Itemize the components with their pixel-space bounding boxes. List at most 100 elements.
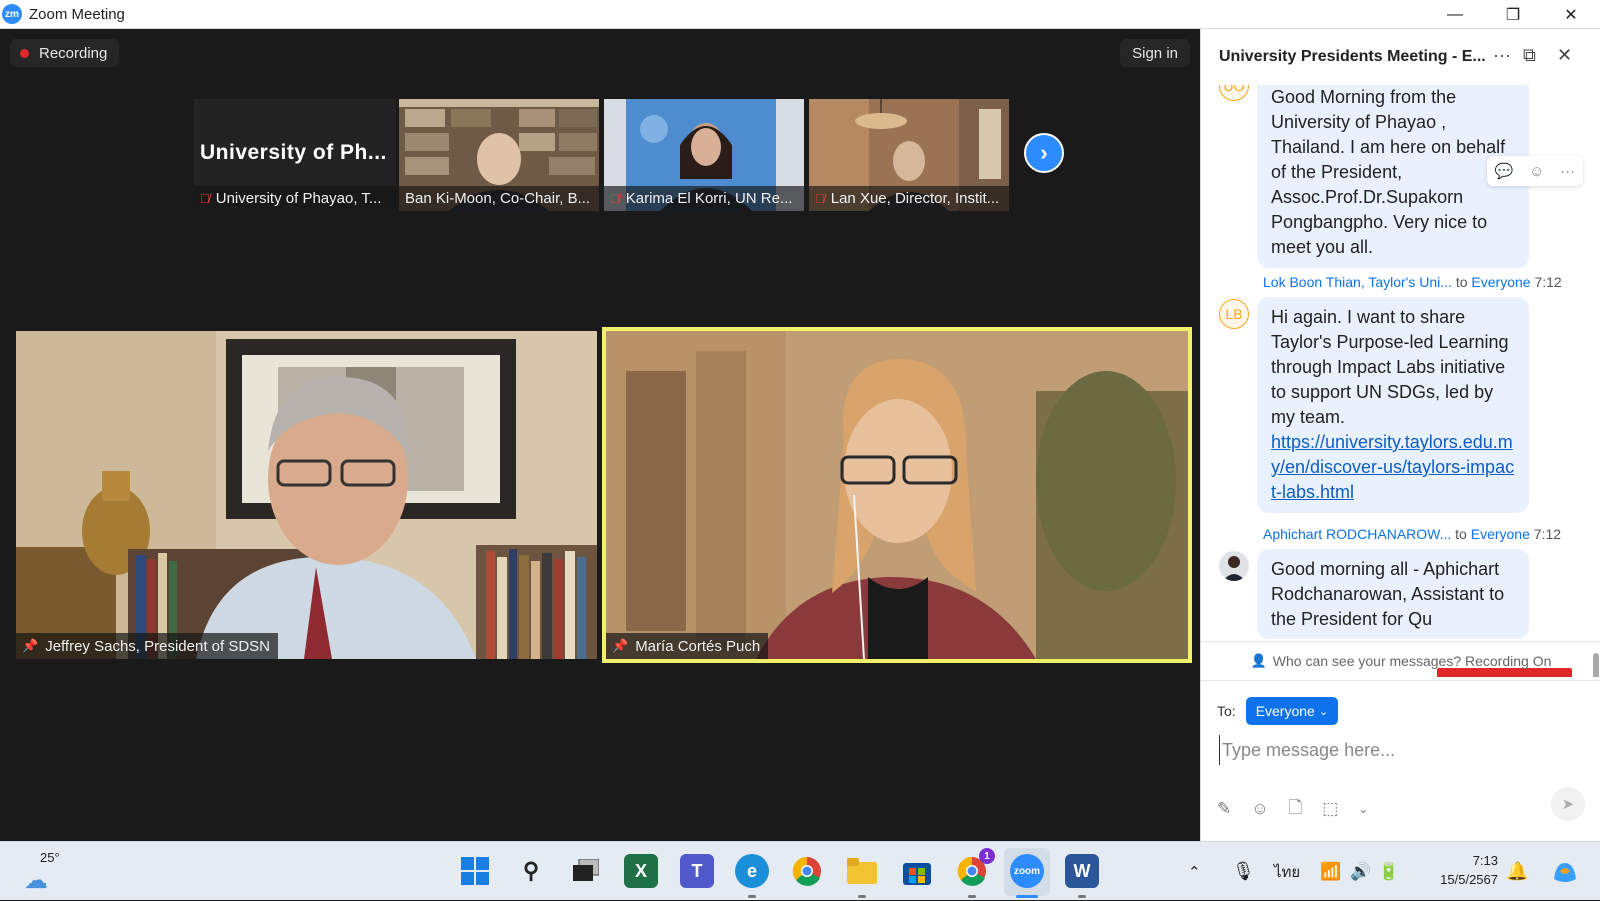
privacy-notice[interactable]: 👤 Who can see your messages? Recording O… bbox=[1201, 641, 1600, 681]
speaker-tile-1[interactable]: 📌 Jeffrey Sachs, President of SDSN bbox=[16, 331, 597, 659]
chat-header: University Presidents Meeting - E... ···… bbox=[1201, 29, 1600, 85]
zoom-icon[interactable]: zoom bbox=[1010, 854, 1044, 888]
word-icon[interactable]: W bbox=[1065, 854, 1099, 888]
next-page-button[interactable]: › bbox=[1024, 133, 1064, 173]
search-icon[interactable]: ⚲ bbox=[514, 854, 548, 888]
more-options-icon[interactable]: ··· bbox=[1493, 45, 1511, 66]
screenshot-icon[interactable]: ⬚ bbox=[1322, 799, 1338, 819]
message-text: Hi again. I want to share Taylor's Purpo… bbox=[1271, 307, 1509, 427]
file-explorer-icon[interactable] bbox=[845, 854, 879, 888]
volume-icon[interactable]: 🔊 bbox=[1350, 842, 1371, 901]
message-input[interactable] bbox=[1219, 735, 1579, 765]
more-icon[interactable]: ··· bbox=[1560, 163, 1575, 180]
language-indicator[interactable]: ไทย bbox=[1274, 842, 1300, 901]
pin-icon: 📌 bbox=[612, 638, 629, 653]
minimize-button[interactable]: — bbox=[1426, 0, 1484, 29]
emoji-icon[interactable]: ☺ bbox=[1251, 799, 1268, 819]
participant-name: Lan Xue, Director, Instit... bbox=[830, 190, 1000, 207]
avatar: UO bbox=[1219, 85, 1249, 101]
tray-overflow-icon[interactable]: ⌃ bbox=[1188, 842, 1201, 901]
video-thumbnail-4[interactable]: 🎙̸ Lan Xue, Director, Instit... bbox=[809, 99, 1009, 211]
start-menu-icon[interactable] bbox=[458, 854, 492, 888]
muted-mic-icon: 🎙̸ bbox=[815, 191, 825, 206]
teams-icon[interactable]: T bbox=[680, 854, 714, 888]
message-sender-line: Lok Boon Thian, Taylor's Uni... to Every… bbox=[1263, 274, 1562, 290]
excel-icon[interactable]: X bbox=[624, 854, 658, 888]
chat-message-list[interactable]: UO Good Morning from the University of P… bbox=[1201, 85, 1600, 677]
running-indicator bbox=[858, 895, 866, 898]
send-icon[interactable]: ➤ bbox=[1551, 787, 1585, 821]
window-controls: — ❐ ✕ bbox=[1426, 0, 1600, 29]
edge-icon[interactable]: e bbox=[735, 854, 769, 888]
to-label: to bbox=[1455, 526, 1467, 542]
restore-button[interactable]: ❐ bbox=[1484, 0, 1542, 29]
audience-label[interactable]: Everyone bbox=[1471, 526, 1530, 542]
video-thumbnail-1[interactable]: University of Ph... 🎙̸ University of Phay… bbox=[194, 99, 396, 211]
sign-in-button[interactable]: Sign in bbox=[1120, 39, 1190, 67]
recording-dot-icon bbox=[20, 48, 29, 58]
microphone-icon[interactable]: 🎙 bbox=[1232, 842, 1255, 901]
video-feed-image bbox=[16, 331, 597, 659]
zoom-app-icon: zm bbox=[2, 4, 22, 24]
running-indicator bbox=[1078, 895, 1086, 898]
message-time: 7:12 bbox=[1533, 526, 1562, 542]
chat-toolbar: ✎ ☺ 🗋 ⬚ ⌄ bbox=[1217, 797, 1587, 821]
participant-name-label: 🎙̸ Lan Xue, Director, Instit... bbox=[809, 186, 1009, 211]
speaker-name: Jeffrey Sachs, President of SDSN bbox=[45, 637, 271, 655]
speaker-name-label: 📌 María Cortés Puch bbox=[606, 633, 769, 659]
chrome-profile-icon[interactable]: 1 bbox=[955, 848, 995, 888]
popout-icon[interactable]: ⧉ bbox=[1523, 45, 1536, 66]
pin-icon: 📌 bbox=[22, 638, 39, 653]
speaker-tile-2-active[interactable]: 📌 María Cortés Puch bbox=[602, 327, 1192, 663]
muted-mic-icon: 🎙̸ bbox=[610, 191, 620, 206]
format-icon[interactable]: ✎ bbox=[1217, 799, 1231, 819]
message-link[interactable]: https://university.taylors.edu.my/en/dis… bbox=[1271, 430, 1515, 505]
close-window-button[interactable]: ✕ bbox=[1542, 0, 1600, 29]
chat-message-bubble: Hi again. I want to share Taylor's Purpo… bbox=[1257, 297, 1529, 513]
person-icon: 👤 bbox=[1250, 653, 1267, 668]
video-thumbnail-3[interactable]: 🎙̸ Karima El Korri, UN Re... bbox=[604, 99, 804, 211]
battery-icon[interactable]: 🔋 bbox=[1378, 842, 1399, 901]
task-view-icon[interactable] bbox=[569, 854, 603, 888]
reply-icon[interactable]: 💬 bbox=[1495, 162, 1514, 180]
speaker-name-label: 📌 Jeffrey Sachs, President of SDSN bbox=[16, 633, 279, 659]
meeting-area: Recording Sign in University of Ph... 🎙̸… bbox=[0, 29, 1200, 841]
notification-badge: 1 bbox=[979, 848, 995, 864]
clock-time: 7:13 bbox=[1472, 853, 1498, 868]
close-chat-icon[interactable]: ✕ bbox=[1557, 45, 1572, 66]
avatar: LB bbox=[1219, 299, 1249, 329]
wifi-icon[interactable]: 📶 bbox=[1320, 842, 1341, 901]
clock[interactable]: 7:13 15/5/2567 bbox=[1422, 851, 1498, 889]
participant-big-name: University of Ph... bbox=[200, 141, 387, 164]
avatar bbox=[1219, 551, 1249, 581]
chrome-icon[interactable] bbox=[790, 854, 824, 888]
participant-name: Ban Ki-Moon, Co-Chair, B... bbox=[405, 190, 591, 207]
sender-name[interactable]: Lok Boon Thian, Taylor's Uni... bbox=[1263, 274, 1452, 290]
clock-date: 15/5/2567 bbox=[1440, 872, 1498, 887]
participant-name-label: 🎙̸ University of Phayao, T... bbox=[194, 186, 396, 211]
weather-widget[interactable]: ☁ 25° bbox=[24, 850, 64, 894]
recording-label: Recording bbox=[39, 44, 108, 62]
recipient-row: To: Everyone ⌄ bbox=[1217, 697, 1339, 725]
copilot-icon[interactable] bbox=[1550, 842, 1580, 901]
add-reaction-icon[interactable]: ☺ bbox=[1529, 163, 1544, 180]
recording-indicator[interactable]: Recording bbox=[10, 39, 120, 67]
audience-label[interactable]: Everyone bbox=[1471, 274, 1530, 290]
video-thumbnail-2[interactable]: Ban Ki-Moon, Co-Chair, B... bbox=[399, 99, 599, 211]
window-titlebar: zm Zoom Meeting — ❐ ✕ bbox=[0, 0, 1600, 29]
chat-message-bubble: Good morning all - Aphichart Rodchanarow… bbox=[1257, 549, 1529, 639]
notifications-bell-icon[interactable]: 🔔 bbox=[1506, 842, 1528, 901]
running-indicator bbox=[968, 895, 976, 898]
participant-name-label: 🎙̸ Karima El Korri, UN Re... bbox=[604, 186, 804, 211]
to-label: To: bbox=[1217, 703, 1236, 719]
chevron-down-icon: ⌄ bbox=[1318, 705, 1329, 718]
store-icon[interactable] bbox=[900, 854, 934, 888]
windows-taskbar: ☁ 25° ⚲ X T e 1 zoom W ⌃ 🎙 ไทย 📶 🔊 🔋 7:1… bbox=[0, 841, 1600, 900]
active-indicator bbox=[1016, 895, 1038, 898]
running-indicator bbox=[748, 895, 756, 898]
sender-name[interactable]: Aphichart RODCHANAROW... bbox=[1263, 526, 1451, 542]
recipient-dropdown[interactable]: Everyone ⌄ bbox=[1245, 697, 1339, 725]
message-sender-line: Aphichart RODCHANAROW... to Everyone 7:1… bbox=[1263, 526, 1561, 542]
chevron-down-icon[interactable]: ⌄ bbox=[1358, 802, 1368, 816]
file-icon[interactable]: 🗋 bbox=[1289, 795, 1303, 824]
